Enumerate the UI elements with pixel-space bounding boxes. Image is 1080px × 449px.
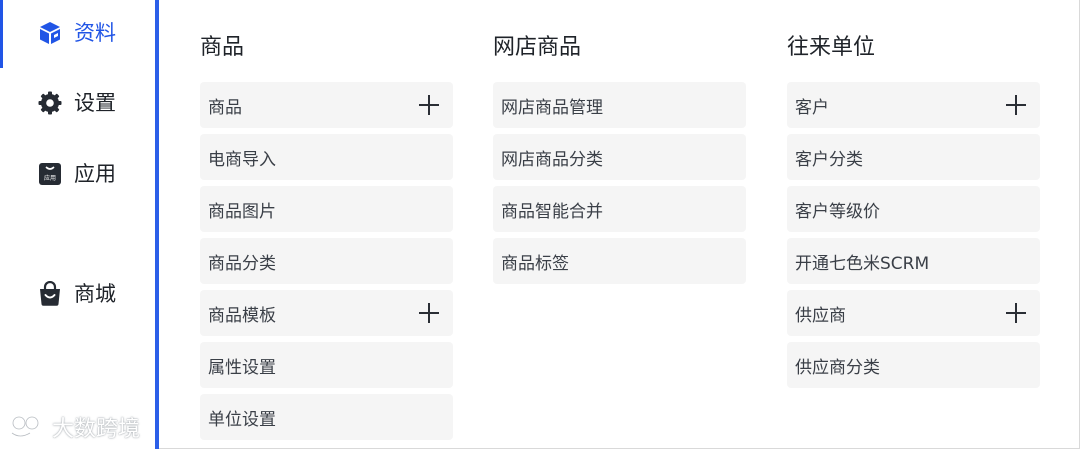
menu-item-goods-category[interactable]: 商品分类 — [200, 238, 453, 284]
menu-item-goods[interactable]: 商品 — [200, 82, 453, 128]
sidebar-item-apps[interactable]: 应用 应用 — [0, 149, 156, 199]
menu-item-label: 网店商品管理 — [501, 97, 603, 118]
app-bag-icon: 应用 — [37, 161, 63, 187]
plus-icon[interactable] — [1006, 303, 1026, 323]
menu-item-label: 客户等级价 — [795, 201, 880, 222]
sidebar-item-mall[interactable]: 商城 — [0, 269, 156, 319]
cube-icon — [37, 20, 63, 46]
sidebar-divider — [155, 0, 159, 449]
column-partners: 往来单位 客户 客户分类 客户等级价 开通七色米SCRM 供应商 供应商分类 — [787, 30, 1040, 394]
sidebar-item-label: 应用 — [74, 162, 116, 186]
column-title: 往来单位 — [787, 35, 876, 60]
menu-item-label: 客户分类 — [795, 149, 863, 170]
menu-item-open-scrm[interactable]: 开通七色米SCRM — [787, 238, 1040, 284]
sidebar-item-label: 商城 — [74, 282, 116, 306]
menu-item-label: 商品模板 — [208, 305, 276, 326]
menu-item-ecommerce-import[interactable]: 电商导入 — [200, 134, 453, 180]
svg-text:应用: 应用 — [44, 174, 56, 182]
menu-item-label: 商品分类 — [208, 253, 276, 274]
menu-item-label: 单位设置 — [208, 409, 276, 430]
menu-item-attribute-settings[interactable]: 属性设置 — [200, 342, 453, 388]
menu-item-label: 电商导入 — [208, 149, 276, 170]
gear-icon — [37, 90, 63, 116]
menu-item-goods-images[interactable]: 商品图片 — [200, 186, 453, 232]
menu-item-goods-tags[interactable]: 商品标签 — [493, 238, 746, 284]
menu-item-customer-category[interactable]: 客户分类 — [787, 134, 1040, 180]
plus-icon[interactable] — [419, 303, 439, 323]
sidebar-item-label: 设置 — [74, 91, 116, 115]
menu-item-label: 商品标签 — [501, 253, 569, 274]
plus-icon[interactable] — [1006, 95, 1026, 115]
menu-item-label: 商品图片 — [208, 201, 276, 222]
column-goods: 商品 商品 电商导入 商品图片 商品分类 商品模板 属性设置 单位设置 — [200, 30, 453, 446]
watermark: 大数跨境 — [8, 411, 140, 443]
menu-item-store-goods-category[interactable]: 网店商品分类 — [493, 134, 746, 180]
plus-icon[interactable] — [419, 95, 439, 115]
watermark-text: 大数跨境 — [52, 417, 141, 442]
menu-item-smart-merge[interactable]: 商品智能合并 — [493, 186, 746, 232]
menu-item-unit-settings[interactable]: 单位设置 — [200, 394, 453, 440]
column-online-store-goods: 网店商品 网店商品管理 网店商品分类 商品智能合并 商品标签 — [493, 30, 746, 290]
menu-item-supplier-category[interactable]: 供应商分类 — [787, 342, 1040, 388]
sidebar-item-data[interactable]: 资料 — [0, 8, 156, 58]
menu-item-label: 商品 — [208, 97, 242, 118]
menu-item-store-goods-management[interactable]: 网店商品管理 — [493, 82, 746, 128]
sidebar-item-settings[interactable]: 设置 — [0, 78, 156, 128]
sidebar-item-label: 资料 — [74, 21, 116, 45]
menu-item-label: 属性设置 — [208, 357, 276, 378]
menu-item-suppliers[interactable]: 供应商 — [787, 290, 1040, 336]
column-title: 商品 — [200, 35, 245, 60]
menu-item-label: 客户 — [795, 97, 829, 118]
menu-item-goods-template[interactable]: 商品模板 — [200, 290, 453, 336]
menu-item-label: 商品智能合并 — [501, 201, 603, 222]
menu-item-label: 供应商 — [795, 305, 846, 326]
menu-item-customer-level-price[interactable]: 客户等级价 — [787, 186, 1040, 232]
menu-item-label: 供应商分类 — [795, 357, 880, 378]
menu-item-customers[interactable]: 客户 — [787, 82, 1040, 128]
menu-item-label: 开通七色米SCRM — [795, 253, 930, 274]
shopping-bag-icon — [37, 281, 63, 307]
menu-item-label: 网店商品分类 — [501, 149, 603, 170]
sidebar: 资料 设置 应用 应用 商城 — [0, 0, 156, 449]
column-title: 网店商品 — [493, 35, 582, 60]
watermark-logo-icon — [11, 415, 40, 438]
